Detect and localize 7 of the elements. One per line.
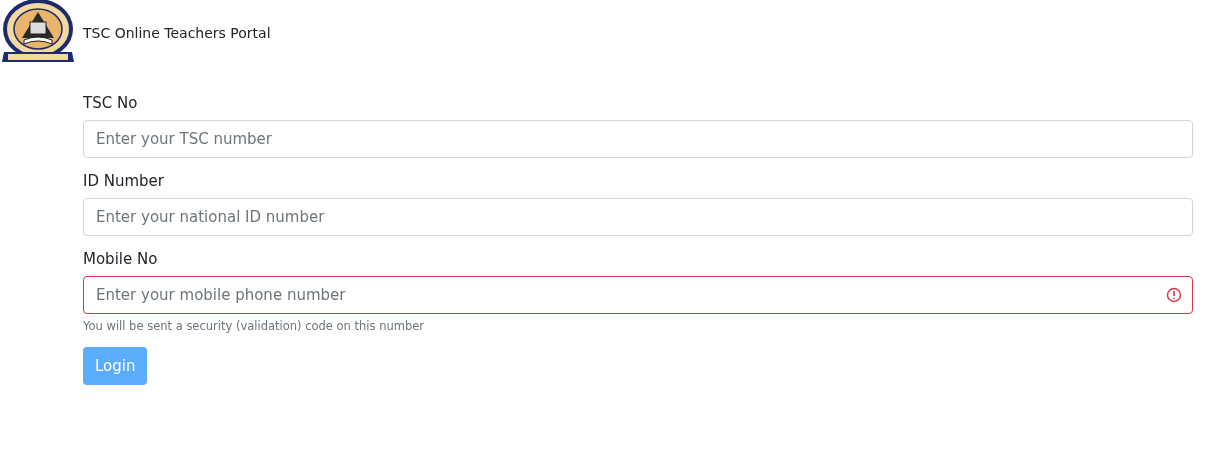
field-label: ID Number [83, 172, 165, 190]
error-icon [1166, 287, 1182, 303]
field-label: Mobile No [83, 250, 159, 268]
help-text: You will be sent a security (validation) code on this number [83, 319, 426, 333]
input-field[interactable]: Enter your mobile phone number [83, 276, 1193, 314]
portal-title: TSC Online Teachers Portal [83, 25, 271, 41]
field-label: TSC No [83, 94, 139, 112]
